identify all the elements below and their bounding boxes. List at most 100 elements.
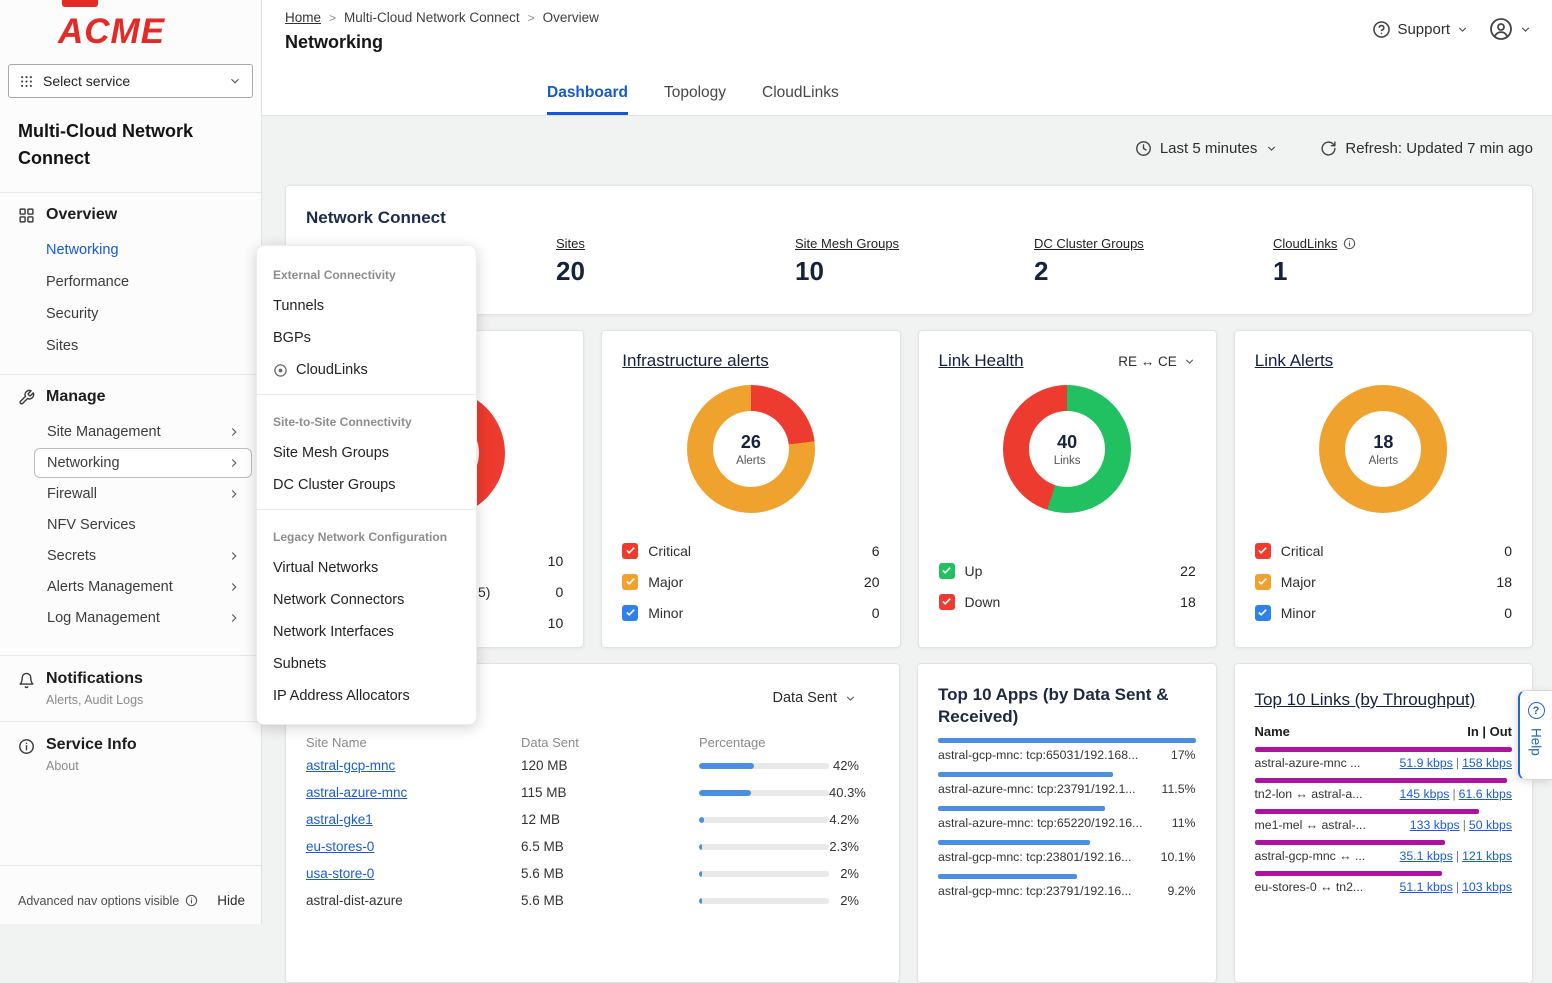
sidebar-item-alerts-management[interactable]: Alerts Management [34, 572, 252, 602]
critical-checkbox[interactable] [1255, 543, 1271, 559]
in-throughput-link[interactable]: 51.1 kbps [1400, 880, 1453, 894]
refresh-button[interactable]: Refresh: Updated 7 min ago [1320, 140, 1533, 157]
major-checkbox[interactable] [622, 574, 638, 590]
link-alerts-title[interactable]: Link Alerts [1255, 351, 1333, 371]
breadcrumb-separator: > [528, 11, 535, 25]
sidebar-section-manage[interactable]: Manage [0, 375, 261, 416]
site-name-link[interactable]: usa-store-0 [306, 866, 374, 881]
service-selector[interactable]: Select service [8, 64, 253, 98]
sidebar: ACME Select service Multi-Cloud Network … [0, 0, 262, 924]
sidebar-section-overview[interactable]: Overview [0, 193, 261, 234]
in-throughput-link[interactable]: 51.9 kbps [1400, 756, 1453, 770]
link-health-title[interactable]: Link Health [939, 351, 1024, 371]
infrastructure-alerts-title[interactable]: Infrastructure alerts [622, 351, 768, 371]
link-health-donut: 40 Links [1003, 385, 1131, 513]
out-throughput-link[interactable]: 103 kbps [1462, 880, 1512, 894]
tab-topology[interactable]: Topology [664, 84, 726, 115]
minor-checkbox[interactable] [1255, 605, 1271, 621]
site-mesh-groups-link[interactable]: Site Mesh Groups [795, 236, 899, 251]
wrench-icon [18, 389, 35, 406]
sidebar-item-service-info[interactable]: Service Info About [0, 722, 261, 787]
sidebar-item-secrets[interactable]: Secrets [34, 541, 252, 571]
breadcrumb: Home > Multi-Cloud Network Connect > Ove… [262, 0, 1552, 25]
site-name-link[interactable]: astral-azure-mnc [306, 785, 407, 800]
progress-bar [699, 790, 829, 796]
support-menu[interactable]: Support [1372, 20, 1469, 39]
up-checkbox[interactable] [939, 563, 955, 579]
help-tab[interactable]: ? Help [1518, 690, 1552, 780]
sidebar-item-nfv-services[interactable]: NFV Services [34, 510, 252, 540]
sidebar-item-performance[interactable]: Performance [0, 266, 261, 298]
flyout-item-ip-address-allocators[interactable]: IP Address Allocators [257, 680, 476, 712]
flyout-item-tunnels[interactable]: Tunnels [257, 290, 476, 322]
site-name-link[interactable]: eu-stores-0 [306, 839, 374, 854]
major-checkbox[interactable] [1255, 574, 1271, 590]
time-range-selector[interactable]: Last 5 minutes [1135, 140, 1279, 157]
flyout-item-dc-cluster-groups[interactable]: DC Cluster Groups [257, 469, 476, 501]
breadcrumb-product[interactable]: Multi-Cloud Network Connect [344, 10, 520, 25]
flyout-item-bgps[interactable]: BGPs [257, 322, 476, 354]
sidebar-item-site-management[interactable]: Site Management [34, 417, 252, 447]
top-links-title[interactable]: Top 10 Links (by Throughput) [1255, 690, 1476, 710]
sites-table-header: Site Name Data Sent Percentage [306, 732, 879, 752]
critical-checkbox[interactable] [622, 543, 638, 559]
account-menu[interactable] [1489, 17, 1532, 41]
dc-cluster-groups-link[interactable]: DC Cluster Groups [1034, 236, 1144, 251]
chevron-right-icon [227, 456, 241, 470]
out-throughput-link[interactable]: 121 kbps [1462, 849, 1512, 863]
chevron-right-icon [227, 487, 241, 501]
hide-nav-button[interactable]: Hide [217, 893, 245, 908]
check-icon [625, 576, 636, 587]
check-icon [941, 596, 952, 607]
tab-cloudlinks[interactable]: CloudLinks [762, 84, 839, 115]
sidebar-item-notifications[interactable]: Notifications Alerts, Audit Logs [0, 656, 261, 721]
refresh-icon [1320, 140, 1337, 157]
dashboard-toolbar: Last 5 minutes Refresh: Updated 7 min ag… [285, 136, 1533, 160]
in-throughput-link[interactable]: 145 kbps [1400, 787, 1450, 801]
top-header: Home > Multi-Cloud Network Connect > Ove… [262, 0, 1552, 116]
out-throughput-link[interactable]: 158 kbps [1462, 756, 1512, 770]
in-throughput-link[interactable]: 133 kbps [1410, 818, 1460, 832]
out-throughput-link[interactable]: 61.6 kbps [1459, 787, 1512, 801]
flyout-item-subnets[interactable]: Subnets [257, 648, 476, 680]
check-icon [625, 607, 636, 618]
flyout-item-virtual-networks[interactable]: Virtual Networks [257, 552, 476, 584]
flyout-item-network-interfaces[interactable]: Network Interfaces [257, 616, 476, 648]
flyout-item-network-connectors[interactable]: Network Connectors [257, 584, 476, 616]
breadcrumb-overview[interactable]: Overview [543, 10, 599, 25]
minor-checkbox[interactable] [622, 605, 638, 621]
stat-site-mesh-groups: Site Mesh Groups 10 [795, 236, 1034, 287]
cloudlinks-link[interactable]: CloudLinks [1273, 236, 1337, 251]
out-throughput-link[interactable]: 50 kbps [1469, 818, 1512, 832]
chevron-right-icon [227, 425, 241, 439]
down-checkbox[interactable] [939, 594, 955, 610]
flyout-item-cloudlinks[interactable]: CloudLinks [257, 354, 476, 386]
link-health-filter[interactable]: RE ↔ CE [1118, 354, 1196, 369]
sidebar-item-sites[interactable]: Sites [0, 330, 261, 362]
infrastructure-alerts-card: Infrastructure alerts 26 Alerts Critical… [601, 330, 900, 648]
sidebar-item-manage-networking[interactable]: Networking [34, 448, 252, 478]
grid-dots-icon [19, 74, 34, 89]
in-throughput-link[interactable]: 35.1 kbps [1400, 849, 1453, 863]
link-alerts-donut: 18 Alerts [1319, 385, 1447, 513]
sidebar-item-firewall[interactable]: Firewall [34, 479, 252, 509]
sidebar-item-security[interactable]: Security [0, 298, 261, 330]
tab-dashboard[interactable]: Dashboard [547, 84, 628, 115]
link-bar [1255, 871, 1443, 876]
sites-link[interactable]: Sites [556, 236, 585, 251]
link-row: tn2-lon ↔ astral-a...145 kbps|61.6 kbps [1255, 778, 1513, 801]
top-apps-title[interactable]: Top 10 Apps (by Data Sent & Received) [938, 684, 1196, 728]
sidebar-item-log-management[interactable]: Log Management [34, 603, 252, 633]
cloudlinks-icon [273, 363, 288, 378]
links-table-header: Name In | Out [1255, 724, 1513, 739]
site-name-link[interactable]: astral-gcp-mnc [306, 758, 395, 773]
sidebar-item-networking[interactable]: Networking [0, 234, 261, 266]
breadcrumb-home[interactable]: Home [285, 10, 321, 25]
flyout-item-site-mesh-groups[interactable]: Site Mesh Groups [257, 437, 476, 469]
info-icon [18, 738, 35, 755]
site-name-link[interactable]: astral-gke1 [306, 812, 373, 827]
flyout-section-header: External Connectivity [257, 256, 476, 290]
user-icon [1489, 17, 1513, 41]
site-row: astral-gcp-mnc 120 MB 42% [306, 752, 879, 779]
overview-grid-icon [18, 207, 35, 224]
